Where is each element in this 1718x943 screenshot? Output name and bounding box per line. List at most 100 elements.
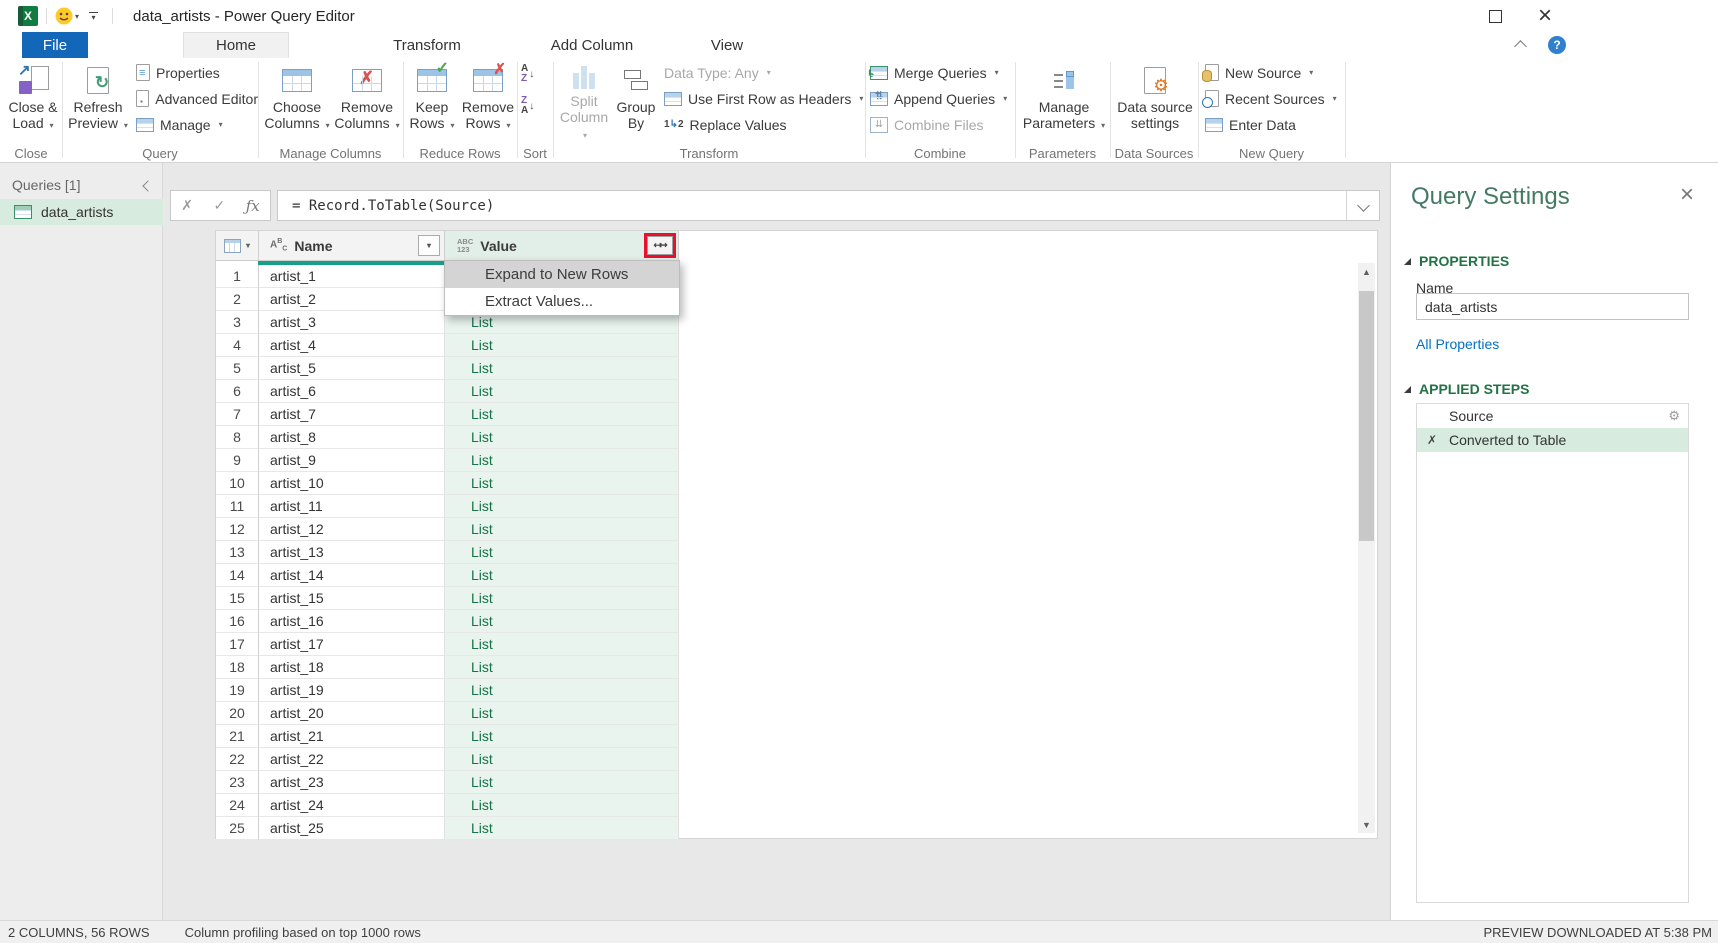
cancel-formula-button[interactable]: ✗	[181, 197, 193, 214]
row-number[interactable]: 19	[216, 679, 259, 702]
feedback-smiley-button[interactable]: ▾	[55, 7, 79, 25]
name-cell[interactable]: artist_22	[259, 748, 445, 771]
collapse-queries-pane-button[interactable]	[144, 177, 152, 195]
append-queries-button[interactable]: ⇅ Append Queries ▾	[870, 88, 1012, 109]
value-list-link[interactable]: List	[445, 633, 679, 656]
name-cell[interactable]: artist_21	[259, 725, 445, 748]
combine-files-button[interactable]: ⇊ Combine Files	[870, 114, 1012, 135]
vertical-scrollbar[interactable]: ▲ ▼	[1358, 263, 1375, 833]
row-number[interactable]: 3	[216, 311, 259, 334]
choose-columns-button[interactable]: ChooseColumns ▾	[264, 60, 330, 144]
filter-dropdown-button[interactable]: ▾	[418, 235, 440, 256]
all-properties-link[interactable]: All Properties	[1416, 336, 1499, 352]
quick-access-toolbar-customize-button[interactable]: ▾	[89, 12, 98, 20]
close-pane-button[interactable]: ×	[1680, 183, 1694, 207]
row-number[interactable]: 1	[216, 265, 259, 288]
column-header-value[interactable]: ABC123 Value ↤↦	[445, 231, 679, 261]
name-cell[interactable]: artist_9	[259, 449, 445, 472]
column-header-name[interactable]: ABC Name ▾	[259, 231, 445, 261]
column-profiling-status[interactable]: Column profiling based on top 1000 rows	[185, 925, 421, 940]
tab-view[interactable]: View	[690, 32, 764, 58]
remove-rows-button[interactable]: ✗ RemoveRows ▾	[460, 60, 516, 144]
row-number[interactable]: 10	[216, 472, 259, 495]
row-number[interactable]: 12	[216, 518, 259, 541]
delete-step-icon[interactable]: ✗	[1427, 433, 1437, 447]
name-cell[interactable]: artist_16	[259, 610, 445, 633]
name-cell[interactable]: artist_23	[259, 771, 445, 794]
new-source-button[interactable]: New Source ▾	[1205, 62, 1343, 83]
value-list-link[interactable]: List	[445, 771, 679, 794]
name-cell[interactable]: artist_6	[259, 380, 445, 403]
use-first-row-as-headers-button[interactable]: Use First Row as Headers ▾	[664, 88, 864, 109]
row-number[interactable]: 24	[216, 794, 259, 817]
enter-data-button[interactable]: Enter Data	[1205, 114, 1343, 135]
row-number[interactable]: 16	[216, 610, 259, 633]
value-list-link[interactable]: List	[445, 564, 679, 587]
value-list-link[interactable]: List	[445, 587, 679, 610]
name-cell[interactable]: artist_12	[259, 518, 445, 541]
scroll-down-button[interactable]: ▼	[1358, 816, 1375, 833]
row-number[interactable]: 18	[216, 656, 259, 679]
close-window-button[interactable]: ×	[1528, 2, 1562, 30]
row-number[interactable]: 14	[216, 564, 259, 587]
sort-descending-button[interactable]: ZA ↓	[521, 94, 551, 118]
name-cell[interactable]: artist_2	[259, 288, 445, 311]
value-list-link[interactable]: List	[445, 449, 679, 472]
tab-file[interactable]: File	[22, 32, 88, 58]
name-cell[interactable]: artist_17	[259, 633, 445, 656]
row-number[interactable]: 4	[216, 334, 259, 357]
row-number[interactable]: 15	[216, 587, 259, 610]
menu-item-expand-to-new-rows[interactable]: Expand to New Rows	[445, 261, 679, 288]
scroll-up-button[interactable]: ▲	[1358, 263, 1375, 280]
applied-steps-section-header[interactable]: APPLIED STEPS	[1404, 381, 1529, 397]
formula-text[interactable]: = Record.ToTable(Source)	[292, 198, 494, 214]
name-cell[interactable]: artist_8	[259, 426, 445, 449]
gear-icon[interactable]: ⚙	[1668, 408, 1680, 424]
merge-queries-button[interactable]: ↳ Merge Queries ▾	[870, 62, 1012, 83]
scrollbar-thumb[interactable]	[1359, 291, 1374, 541]
name-cell[interactable]: artist_11	[259, 495, 445, 518]
value-list-link[interactable]: List	[445, 380, 679, 403]
name-cell[interactable]: artist_10	[259, 472, 445, 495]
group-by-button[interactable]: GroupBy	[612, 60, 660, 144]
name-cell[interactable]: artist_24	[259, 794, 445, 817]
row-number[interactable]: 22	[216, 748, 259, 771]
tab-add-column[interactable]: Add Column	[520, 32, 664, 58]
name-cell[interactable]: artist_13	[259, 541, 445, 564]
row-number[interactable]: 9	[216, 449, 259, 472]
recent-sources-button[interactable]: Recent Sources ▾	[1205, 88, 1343, 109]
value-list-link[interactable]: List	[445, 426, 679, 449]
name-cell[interactable]: artist_1	[259, 265, 445, 288]
value-list-link[interactable]: List	[445, 679, 679, 702]
row-number[interactable]: 21	[216, 725, 259, 748]
name-cell[interactable]: artist_15	[259, 587, 445, 610]
refresh-preview-button[interactable]: ↻ RefreshPreview ▾	[66, 60, 130, 144]
value-list-link[interactable]: List	[445, 334, 679, 357]
value-list-link[interactable]: List	[445, 817, 679, 840]
manage-button[interactable]: Manage ▾	[136, 114, 258, 135]
step-source[interactable]: Source ⚙	[1417, 404, 1688, 428]
expand-column-button[interactable]: ↤↦	[647, 236, 673, 255]
properties-button[interactable]: ≡ Properties	[136, 62, 258, 83]
name-cell[interactable]: artist_14	[259, 564, 445, 587]
advanced-editor-button[interactable]: ▪ Advanced Editor	[136, 88, 258, 109]
properties-section-header[interactable]: PROPERTIES	[1404, 253, 1509, 269]
query-list-item-selected[interactable]: data_artists	[0, 199, 163, 225]
tab-home[interactable]: Home	[183, 32, 289, 58]
value-list-link[interactable]: List	[445, 495, 679, 518]
value-list-link[interactable]: List	[445, 472, 679, 495]
name-cell[interactable]: artist_3	[259, 311, 445, 334]
row-number[interactable]: 8	[216, 426, 259, 449]
value-list-link[interactable]: List	[445, 610, 679, 633]
value-list-link[interactable]: List	[445, 794, 679, 817]
value-list-link[interactable]: List	[445, 725, 679, 748]
value-list-link[interactable]: List	[445, 403, 679, 426]
collapse-ribbon-button[interactable]	[1516, 38, 1538, 54]
row-number[interactable]: 17	[216, 633, 259, 656]
row-number[interactable]: 11	[216, 495, 259, 518]
split-column-button[interactable]: SplitColumn ▾	[558, 60, 610, 144]
commit-formula-button[interactable]: ✓	[213, 197, 225, 214]
query-name-input[interactable]	[1416, 293, 1689, 320]
name-cell[interactable]: artist_19	[259, 679, 445, 702]
tab-transform[interactable]: Transform	[360, 32, 494, 58]
